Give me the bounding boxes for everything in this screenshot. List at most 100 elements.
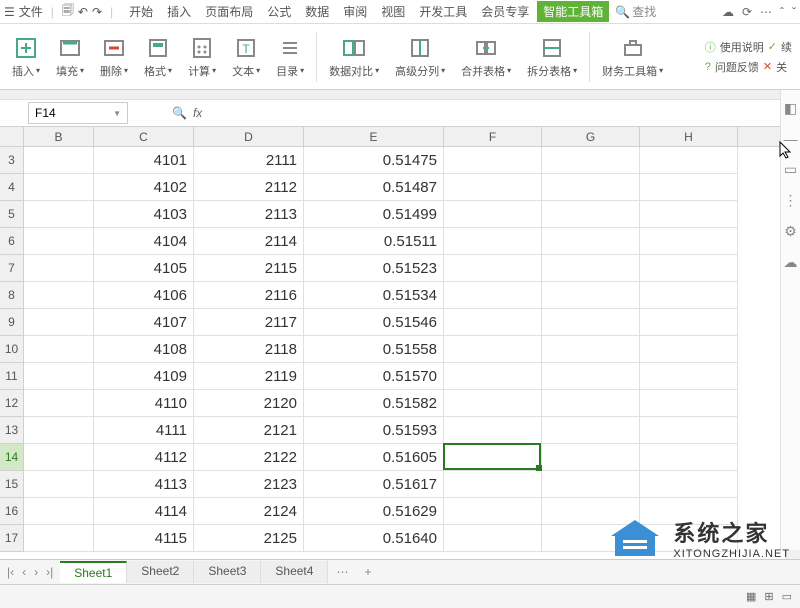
cell[interactable]: 4101 xyxy=(94,147,194,173)
cell[interactable]: 0.51546 xyxy=(304,309,444,335)
view-page-icon[interactable]: ▭ xyxy=(782,590,792,603)
ribbon-tab-2[interactable]: 页面布局 xyxy=(199,1,259,22)
cell[interactable]: 4114 xyxy=(94,498,194,524)
row-header[interactable]: 16 xyxy=(0,498,24,525)
sheet-tab-Sheet1[interactable]: Sheet1 xyxy=(60,561,127,583)
cell[interactable] xyxy=(24,390,94,416)
name-box[interactable]: F14 ▼ xyxy=(28,102,128,124)
cell[interactable]: 2121 xyxy=(194,417,304,443)
row-header[interactable]: 8 xyxy=(0,282,24,309)
sidebar-dots-icon[interactable]: ⋮ xyxy=(784,192,798,209)
file-menu[interactable]: ☰ 文件 | 🗐 ↶ ↷ | xyxy=(4,1,117,22)
cell[interactable]: 4112 xyxy=(94,444,194,470)
ribbon-btn-toolbox[interactable]: 财务工具箱▾ xyxy=(594,28,671,86)
cell[interactable]: 0.51593 xyxy=(304,417,444,443)
ribbon-btn-plus-grid[interactable]: 插入▾ xyxy=(4,28,48,86)
cell[interactable]: 0.51499 xyxy=(304,201,444,227)
cell[interactable]: 4108 xyxy=(94,336,194,362)
ribbon-btn-split-tbl[interactable]: 拆分表格▾ xyxy=(519,28,585,86)
cell[interactable] xyxy=(542,417,640,443)
cell[interactable] xyxy=(444,336,542,362)
sheet-more-icon[interactable]: ⋯ xyxy=(328,565,356,579)
sheet-tab-Sheet2[interactable]: Sheet2 xyxy=(127,561,194,583)
cell[interactable] xyxy=(640,471,738,497)
col-header-E[interactable]: E xyxy=(304,127,444,146)
cell[interactable]: 0.51640 xyxy=(304,525,444,551)
ribbon-btn-toc[interactable]: 目录▾ xyxy=(268,28,312,86)
ribbon-tab-5[interactable]: 审阅 xyxy=(337,1,373,22)
cell[interactable]: 0.51523 xyxy=(304,255,444,281)
cell[interactable]: 0.51534 xyxy=(304,282,444,308)
sheet-tab-Sheet3[interactable]: Sheet3 xyxy=(194,561,261,583)
cell[interactable] xyxy=(542,174,640,200)
ribbon-btn-format[interactable]: 格式▾ xyxy=(136,28,180,86)
cell[interactable] xyxy=(542,228,640,254)
cell[interactable]: 2114 xyxy=(194,228,304,254)
cell[interactable]: 2116 xyxy=(194,282,304,308)
cell[interactable]: 0.51570 xyxy=(304,363,444,389)
cell[interactable]: 4115 xyxy=(94,525,194,551)
cell[interactable] xyxy=(444,147,542,173)
sheet-last-icon[interactable]: ›| xyxy=(43,565,56,579)
col-header-F[interactable]: F xyxy=(444,127,542,146)
cell[interactable]: 0.51629 xyxy=(304,498,444,524)
ribbon-btn-compare[interactable]: 数据对比▾ xyxy=(321,28,387,86)
cell[interactable]: 2124 xyxy=(194,498,304,524)
cell[interactable] xyxy=(444,390,542,416)
row-header[interactable]: 13 xyxy=(0,417,24,444)
sidebar-expand-icon[interactable]: ◧ xyxy=(784,100,797,117)
cell[interactable] xyxy=(444,255,542,281)
cell[interactable]: 4109 xyxy=(94,363,194,389)
row-header[interactable]: 9 xyxy=(0,309,24,336)
cell[interactable] xyxy=(542,525,640,551)
ribbon-tab-8[interactable]: 会员专享 xyxy=(475,1,535,22)
cell[interactable] xyxy=(24,174,94,200)
sheet-next-icon[interactable]: › xyxy=(31,565,41,579)
col-header-H[interactable]: H xyxy=(640,127,738,146)
cell[interactable] xyxy=(444,201,542,227)
ribbon-btn-fill[interactable]: 填充▾ xyxy=(48,28,92,86)
cell[interactable] xyxy=(542,255,640,281)
cell[interactable] xyxy=(24,147,94,173)
cell[interactable]: 4110 xyxy=(94,390,194,416)
cell[interactable] xyxy=(640,228,738,254)
cell[interactable]: 2125 xyxy=(194,525,304,551)
add-sheet-button[interactable]: + xyxy=(356,565,379,579)
cell[interactable] xyxy=(24,471,94,497)
col-header-G[interactable]: G xyxy=(542,127,640,146)
cell[interactable] xyxy=(640,309,738,335)
row-header[interactable]: 3 xyxy=(0,147,24,174)
row-header[interactable]: 12 xyxy=(0,390,24,417)
cell[interactable] xyxy=(640,363,738,389)
chevron-down-icon[interactable]: ▼ xyxy=(113,109,121,118)
cell[interactable] xyxy=(640,201,738,227)
cell[interactable] xyxy=(24,417,94,443)
cell[interactable]: 2111 xyxy=(194,147,304,173)
sidebar-panel-icon[interactable]: ▭ xyxy=(784,161,797,178)
cell[interactable]: 0.51487 xyxy=(304,174,444,200)
cell[interactable] xyxy=(444,417,542,443)
ribbon-btn-split-col[interactable]: 高级分列▾ xyxy=(387,28,453,86)
cell[interactable] xyxy=(444,363,542,389)
row-header[interactable]: 11 xyxy=(0,363,24,390)
col-header-C[interactable]: C xyxy=(94,127,194,146)
cell[interactable]: 0.51582 xyxy=(304,390,444,416)
cell[interactable] xyxy=(444,309,542,335)
cell[interactable] xyxy=(24,201,94,227)
cell[interactable] xyxy=(542,147,640,173)
cell[interactable]: 4105 xyxy=(94,255,194,281)
row-header[interactable]: 7 xyxy=(0,255,24,282)
chevron-up-icon[interactable]: ˆ xyxy=(780,5,784,19)
cell[interactable] xyxy=(640,336,738,362)
cell[interactable]: 2118 xyxy=(194,336,304,362)
sync-icon[interactable]: ⟳ xyxy=(742,5,752,19)
cell[interactable]: 4113 xyxy=(94,471,194,497)
cell[interactable]: 2112 xyxy=(194,174,304,200)
ribbon-btn-merge-tbl[interactable]: 合并表格▾ xyxy=(453,28,519,86)
cell[interactable] xyxy=(444,174,542,200)
more-icon[interactable]: ⋯ xyxy=(760,5,772,19)
col-header-D[interactable]: D xyxy=(194,127,304,146)
cell[interactable] xyxy=(640,390,738,416)
row-header[interactable]: 17 xyxy=(0,525,24,552)
ribbon-tab-3[interactable]: 公式 xyxy=(261,1,297,22)
